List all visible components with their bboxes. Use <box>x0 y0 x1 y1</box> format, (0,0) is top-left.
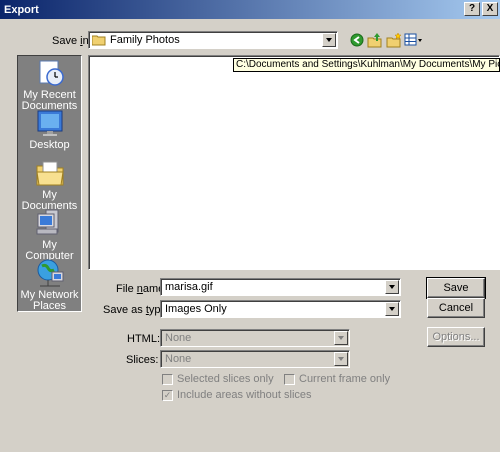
recent-documents-icon <box>39 60 64 86</box>
chevron-down-icon[interactable] <box>385 302 399 316</box>
path-tooltip: C:\Documents and Settings\Kuhlman\My Doc… <box>233 58 500 72</box>
window-title: Export <box>4 3 39 16</box>
save-in-dropdown[interactable]: Family Photos <box>88 31 338 49</box>
save-in-value: Family Photos <box>110 34 180 46</box>
checkbox-box <box>162 373 173 385</box>
network-places-icon <box>37 259 63 287</box>
save-as-type-dropdown[interactable]: Images Only <box>160 300 401 318</box>
back-icon[interactable] <box>349 32 365 48</box>
save-in-label: Save in: <box>52 35 92 47</box>
checkbox-label: Current frame only <box>299 373 391 385</box>
chevron-down-icon <box>334 352 348 366</box>
file-name-input[interactable]: marisa.gif <box>160 278 401 296</box>
html-label: HTML: <box>127 333 160 345</box>
up-folder-icon[interactable] <box>367 32 383 48</box>
save-button[interactable]: Save <box>426 277 486 299</box>
place-my-computer[interactable]: My Computer <box>18 208 81 262</box>
title-bar: Export ? X <box>0 0 500 19</box>
checkbox-label: Include areas without slices <box>177 389 312 401</box>
checkmark-icon: ✓ <box>162 389 173 401</box>
cancel-button[interactable]: Cancel <box>427 298 485 318</box>
new-folder-icon[interactable] <box>386 32 402 48</box>
html-value: None <box>165 332 192 344</box>
place-my-recent-documents[interactable]: My Recent Documents <box>18 58 81 112</box>
view-menu-icon[interactable] <box>404 32 424 48</box>
place-label: My Network Places <box>20 289 79 312</box>
place-my-network-places[interactable]: My Network Places <box>18 258 81 312</box>
place-my-documents[interactable]: My Documents <box>18 158 81 212</box>
html-dropdown[interactable]: None <box>160 329 350 347</box>
include-areas-checkbox[interactable]: ✓ Include areas without slices <box>162 389 312 401</box>
desktop-icon <box>37 110 62 136</box>
slices-value: None <box>165 353 192 365</box>
options-button[interactable]: Options... <box>427 327 485 347</box>
chevron-down-icon[interactable] <box>385 280 399 294</box>
save-as-type-value: Images Only <box>165 303 227 315</box>
checkbox-label: Selected slices only <box>177 373 274 385</box>
file-list[interactable] <box>88 55 500 270</box>
chevron-down-icon[interactable] <box>322 33 336 47</box>
place-label: Desktop <box>29 139 70 151</box>
current-frame-checkbox[interactable]: Current frame only <box>284 373 390 385</box>
places-bar: My Recent Documents Desktop My Documents… <box>17 55 82 312</box>
chevron-down-icon <box>334 331 348 345</box>
checkbox-box <box>284 373 295 385</box>
help-button[interactable]: ? <box>464 2 480 16</box>
slices-dropdown[interactable]: None <box>160 350 350 368</box>
file-name-value: marisa.gif <box>165 281 213 293</box>
my-documents-icon <box>35 161 64 186</box>
close-button[interactable]: X <box>482 2 498 16</box>
slices-label: Slices: <box>126 354 159 366</box>
selected-slices-checkbox[interactable]: Selected slices only <box>162 373 274 385</box>
place-desktop[interactable]: Desktop <box>18 108 81 151</box>
my-computer-icon <box>36 209 58 235</box>
folder-icon <box>92 35 106 46</box>
